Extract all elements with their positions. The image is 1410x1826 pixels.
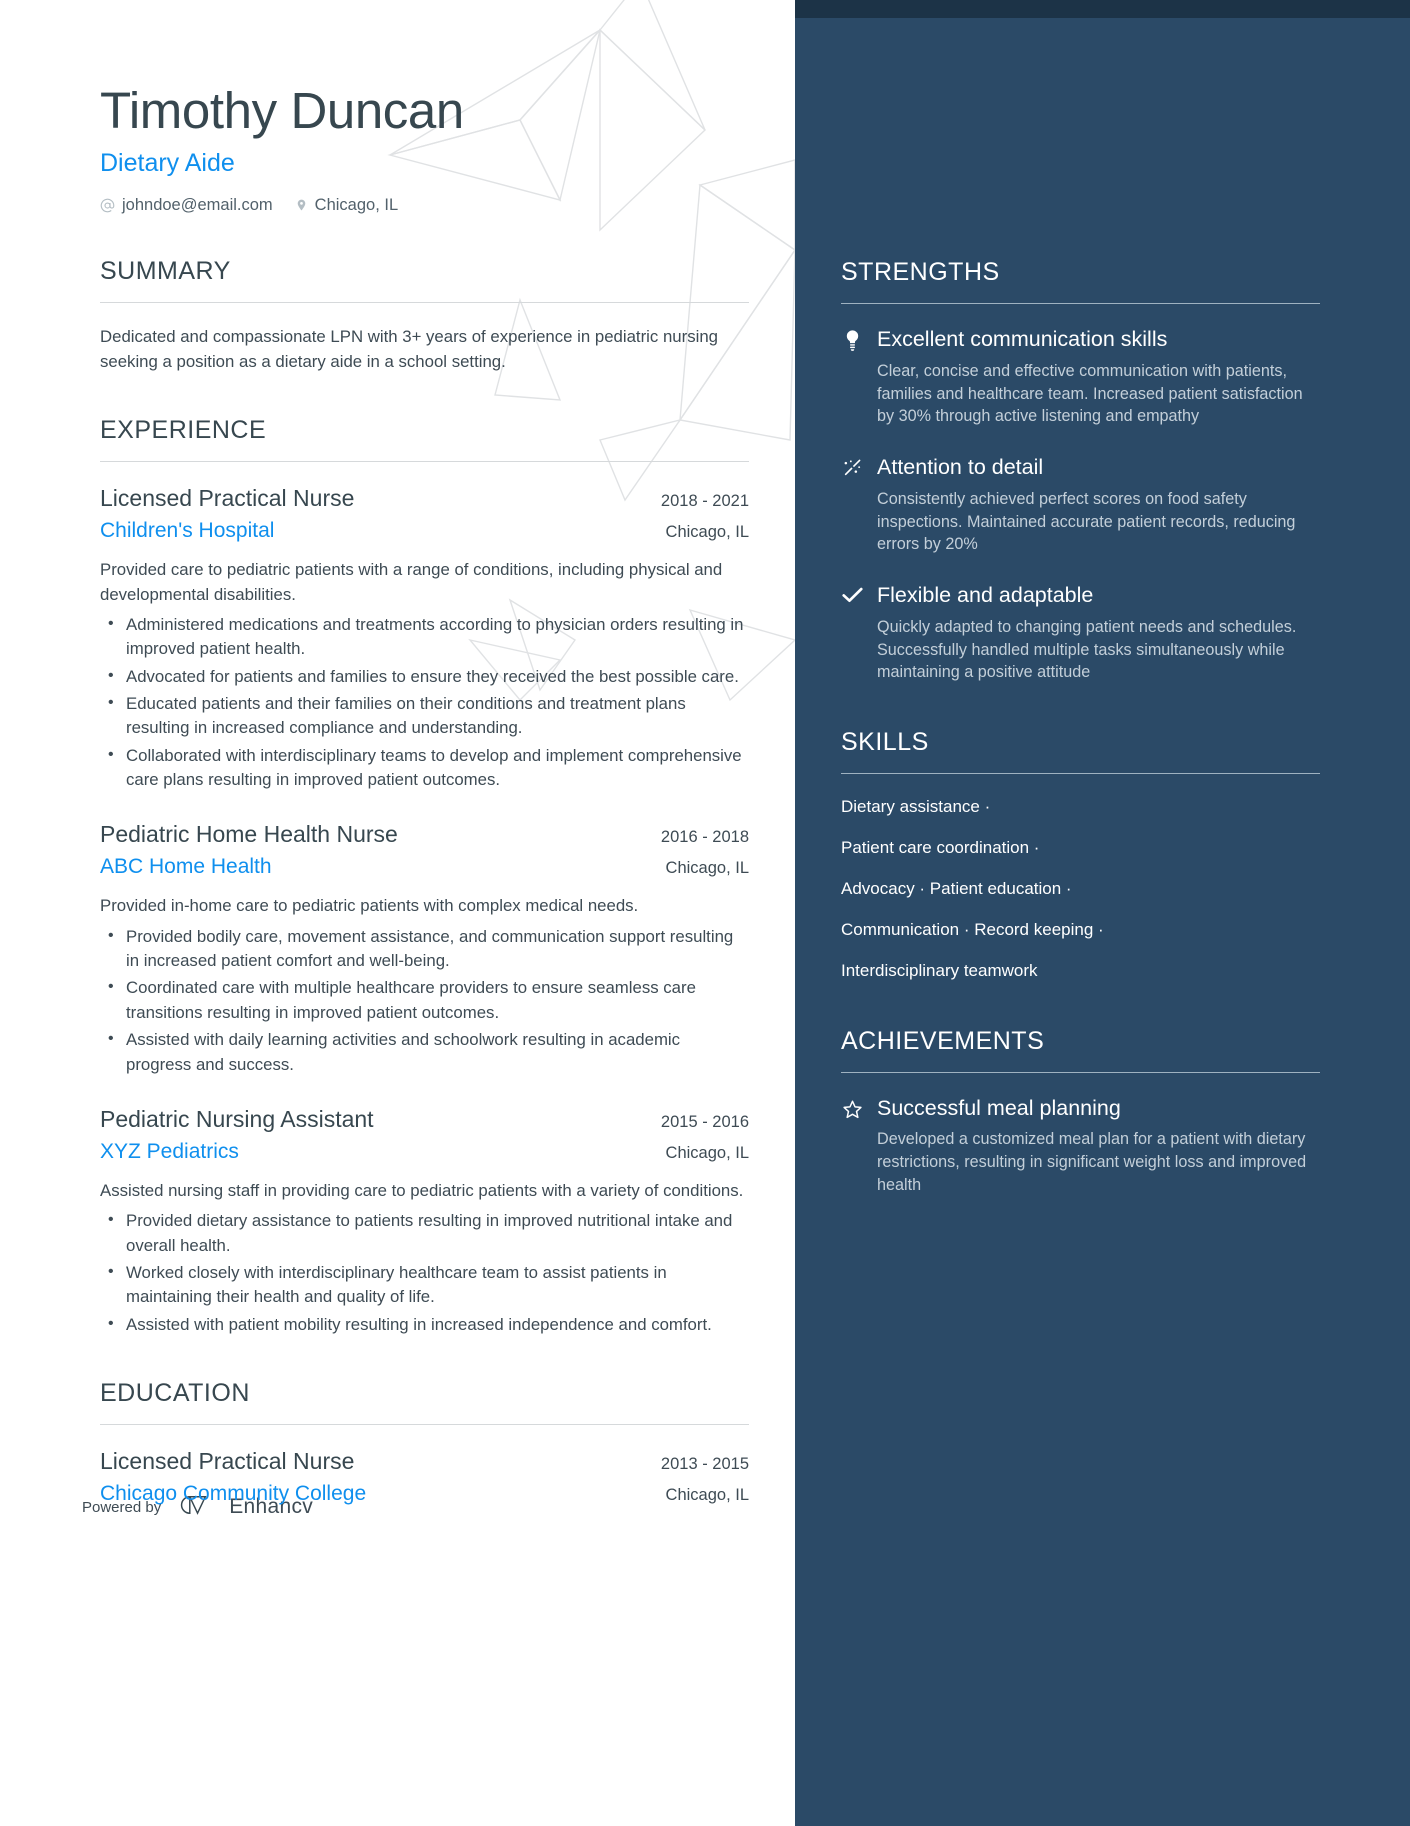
strength-title: Attention to detail — [877, 454, 1044, 479]
section-title-education: EDUCATION — [100, 1378, 250, 1407]
strength-item: Flexible and adaptable — [841, 582, 1320, 610]
entry-organization[interactable]: ABC Home Health — [100, 854, 272, 880]
entry-title: Licensed Practical Nurse — [100, 1447, 355, 1474]
section-title-strengths: STRENGTHS — [841, 258, 1000, 286]
section-achievements: ACHIEVEMENTS Successful meal planning De… — [841, 1027, 1320, 1197]
list-item: Provided bodily care, movement assistanc… — [100, 924, 749, 974]
skill-line: Communication · Record keeping · — [841, 919, 1104, 939]
sidebar: STRENGTHS Excellent communication skills… — [795, 0, 1410, 1826]
list-item: Educated patients and their families on … — [100, 691, 749, 741]
skill-line: Interdisciplinary teamwork — [841, 960, 1038, 980]
achievement-title: Successful meal planning — [877, 1095, 1121, 1120]
magic-wand-icon — [841, 454, 863, 482]
divider — [841, 772, 1320, 774]
main-column: Timothy Duncan Dietary Aide johndoe@emai… — [0, 0, 795, 1826]
entry-location: Chicago, IL — [665, 1143, 749, 1162]
check-icon — [841, 582, 863, 610]
entry-date: 2015 - 2016 — [660, 1112, 749, 1131]
strength-body: Consistently achieved perfect scores on … — [877, 489, 1296, 554]
job-title: Dietary Aide — [100, 148, 235, 177]
strength-body: Clear, concise and effective communicati… — [877, 361, 1303, 426]
achievement-body: Developed a customized meal plan for a p… — [877, 1130, 1307, 1194]
list-item: Collaborated with interdisciplinary team… — [100, 743, 749, 793]
sidebar-topbar — [795, 0, 1410, 18]
lightbulb-icon — [841, 326, 863, 354]
page-title: Timothy Duncan — [100, 82, 464, 139]
skill-line: Dietary assistance · — [841, 796, 991, 816]
section-title-skills: SKILLS — [841, 727, 929, 756]
section-summary: SUMMARY Dedicated and compassionate LPN … — [100, 257, 749, 375]
divider — [841, 1071, 1320, 1073]
entry-bullets: Provided bodily care, movement assistanc… — [100, 924, 749, 1077]
entry-description: Assisted nursing staff in providing care… — [100, 1180, 744, 1200]
entry-title: Pediatric Home Health Nurse — [100, 821, 398, 848]
section-title-summary: SUMMARY — [100, 256, 231, 285]
summary-text: Dedicated and compassionate LPN with 3+ … — [100, 326, 718, 371]
list-item: Worked closely with interdisciplinary he… — [100, 1260, 749, 1310]
strength-item: Excellent communication skills — [841, 326, 1320, 354]
education-entry: Licensed Practical Nurse 2013 - 2015 Chi… — [100, 1447, 749, 1507]
entry-organization[interactable]: Children's Hospital — [100, 518, 274, 544]
strength-title: Excellent communication skills — [877, 327, 1168, 351]
skill-line: Advocacy · Patient education · — [841, 878, 1072, 898]
contact-row: johndoe@email.com Chicago, IL — [100, 196, 749, 215]
skills-list: Dietary assistance · Patient care coordi… — [841, 796, 1320, 983]
divider — [100, 301, 749, 303]
at-sign-icon — [100, 198, 115, 213]
divider — [100, 461, 749, 463]
map-pin-icon — [295, 197, 308, 213]
section-experience: EXPERIENCE Licensed Practical Nurse 2018… — [100, 416, 749, 1337]
entry-description: Provided in-home care to pediatric patie… — [100, 896, 639, 916]
entry-location: Chicago, IL — [665, 859, 749, 878]
list-item: Coordinated care with multiple healthcar… — [100, 975, 749, 1025]
contact-email[interactable]: johndoe@email.com — [100, 196, 273, 215]
achievement-item: Successful meal planning — [841, 1095, 1320, 1123]
section-title-experience: EXPERIENCE — [100, 416, 267, 445]
experience-entry: Pediatric Nursing Assistant 2015 - 2016 … — [100, 1105, 749, 1337]
section-education: EDUCATION Licensed Practical Nurse 2013 … — [100, 1379, 749, 1507]
entry-organization[interactable]: Chicago Community College — [100, 1481, 366, 1507]
section-skills: SKILLS Dietary assistance · Patient care… — [841, 728, 1320, 983]
section-title-achievements: ACHIEVEMENTS — [841, 1026, 1045, 1055]
strength-title: Flexible and adaptable — [877, 582, 1094, 607]
entry-bullets: Provided dietary assistance to patients … — [100, 1208, 749, 1337]
contact-email-text: johndoe@email.com — [122, 195, 273, 214]
list-item: Administered medications and treatments … — [100, 612, 749, 662]
experience-entry: Licensed Practical Nurse 2018 - 2021 Chi… — [100, 484, 749, 792]
contact-location-text: Chicago, IL — [314, 195, 399, 214]
list-item: Assisted with patient mobility resulting… — [100, 1312, 749, 1337]
entry-description: Provided care to pediatric patients with… — [100, 560, 723, 604]
entry-title: Pediatric Nursing Assistant — [100, 1105, 374, 1132]
strength-body: Quickly adapted to changing patient need… — [877, 617, 1297, 682]
entry-location: Chicago, IL — [665, 1485, 749, 1504]
list-item: Advocated for patients and families to e… — [100, 664, 749, 689]
list-item: Provided dietary assistance to patients … — [100, 1208, 749, 1258]
divider — [841, 303, 1320, 304]
strength-item: Attention to detail — [841, 454, 1320, 482]
entry-title: Licensed Practical Nurse — [100, 485, 355, 512]
star-icon — [841, 1095, 863, 1123]
entry-date: 2018 - 2021 — [660, 492, 749, 511]
resume-page: Timothy Duncan Dietary Aide johndoe@emai… — [0, 0, 1410, 1826]
skill-line: Patient care coordination · — [841, 837, 1040, 857]
entry-organization[interactable]: XYZ Pediatrics — [100, 1139, 239, 1165]
divider — [100, 1423, 749, 1425]
experience-entry: Pediatric Home Health Nurse 2016 - 2018 … — [100, 820, 749, 1076]
entry-bullets: Administered medications and treatments … — [100, 612, 749, 793]
contact-location: Chicago, IL — [295, 196, 398, 215]
list-item: Assisted with daily learning activities … — [100, 1027, 749, 1077]
section-strengths: STRENGTHS Excellent communication skills… — [841, 0, 1320, 684]
entry-location: Chicago, IL — [665, 523, 749, 542]
entry-date: 2013 - 2015 — [660, 1454, 749, 1473]
entry-date: 2016 - 2018 — [660, 828, 749, 847]
